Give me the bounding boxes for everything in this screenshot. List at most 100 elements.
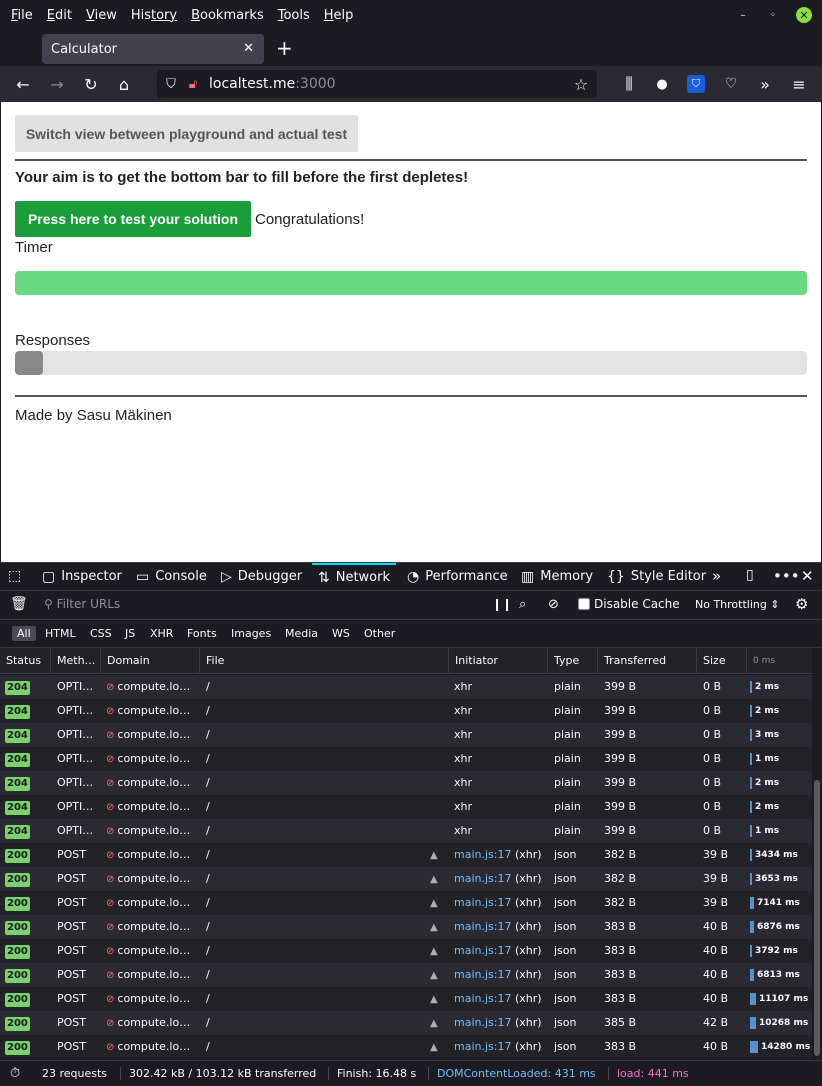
request-row[interactable]: 200 POST ⊘ compute.lo… / ▲ main.js:17 (xhr) jso…	[0, 963, 812, 987]
menu-tools[interactable]: Tools	[271, 8, 317, 23]
devtools-menu-icon[interactable]: •••	[773, 567, 800, 585]
filter-other[interactable]: Other	[359, 626, 400, 641]
tab-inspector[interactable]: ▢ Inspector	[42, 563, 122, 590]
bookmark-star-icon[interactable]: ☆	[571, 74, 591, 94]
tab-console[interactable]: ▭ Console	[136, 563, 207, 590]
insecure-lock-icon[interactable]: 🔓︎	[183, 74, 203, 94]
request-initiator[interactable]: main.js:17 (xhr)	[454, 963, 548, 987]
request-row[interactable]: 204 OPTI… ⊘ compute.lo… / xhr plain 399 B 0 B 2 m…	[0, 699, 812, 723]
col-file[interactable]: File	[200, 648, 449, 674]
close-window-icon[interactable]: ✕	[796, 7, 812, 23]
menu-help[interactable]: Help	[317, 8, 361, 23]
filter-html[interactable]: HTML	[40, 626, 81, 641]
block-icon[interactable]: ⊘	[548, 597, 559, 612]
col-waterfall[interactable]: 0 ms	[747, 648, 812, 674]
performance-analysis-icon[interactable]: ⏱	[10, 1066, 20, 1081]
filter-images[interactable]: Images	[226, 626, 276, 641]
close-devtools-icon[interactable]: ✕	[801, 567, 814, 585]
more-tools-icon[interactable]: »	[755, 74, 775, 94]
trash-icon[interactable]: 🗑︎	[10, 596, 28, 612]
memory-icon: ▥	[521, 568, 535, 585]
request-initiator[interactable]: main.js:17 (xhr)	[454, 915, 548, 939]
url-bar[interactable]: ⛉ 🔓︎ localtest.me:3000 ☆	[157, 70, 597, 98]
minimize-icon[interactable]: –	[736, 8, 750, 22]
request-row[interactable]: 204 OPTI… ⊘ compute.lo… / xhr plain 399 B 0 B 2 m…	[0, 675, 812, 699]
col-type[interactable]: Type	[548, 648, 598, 674]
dock-options-icon[interactable]: ▯	[746, 567, 754, 583]
library-icon[interactable]: ⫼	[619, 74, 639, 94]
account-avatar-icon[interactable]: ●	[652, 74, 672, 94]
new-tab-icon[interactable]: +	[276, 38, 293, 58]
request-row[interactable]: 200 POST ⊘ compute.lo… / ▲ main.js:17 (xhr) jso…	[0, 1011, 812, 1035]
col-method[interactable]: Meth…	[51, 648, 101, 674]
request-initiator[interactable]: main.js:17 (xhr)	[454, 939, 548, 963]
tab-memory[interactable]: ▥ Memory	[521, 563, 593, 590]
disable-cache-checkbox[interactable]: Disable Cache	[578, 597, 680, 611]
window-controls: – ◦ ✕	[736, 7, 812, 23]
col-domain[interactable]: Domain	[101, 648, 200, 674]
request-initiator[interactable]: main.js:17 (xhr)	[454, 843, 548, 867]
filter-fonts[interactable]: Fonts	[182, 626, 222, 641]
hamburger-menu-icon[interactable]: ≡	[789, 74, 809, 94]
tab-close-icon[interactable]: ✕	[243, 41, 254, 56]
request-row[interactable]: 200 POST ⊘ compute.lo… / ▲ main.js:17 (xhr) jso…	[0, 1035, 812, 1059]
filter-js[interactable]: JS	[120, 626, 140, 641]
request-initiator: xhr	[454, 680, 473, 693]
menu-file[interactable]: File	[4, 8, 40, 23]
request-row[interactable]: 200 POST ⊘ compute.lo… / ▲ main.js:17 (xhr) jso…	[0, 915, 812, 939]
request-row[interactable]: 200 POST ⊘ compute.lo… / ▲ main.js:17 (xhr) jso…	[0, 843, 812, 867]
scrollbar-thumb[interactable]	[814, 780, 820, 1056]
request-initiator[interactable]: main.js:17 (xhr)	[454, 891, 548, 915]
col-size[interactable]: Size	[697, 648, 747, 674]
back-icon[interactable]: ←	[13, 74, 33, 94]
menu-edit[interactable]: Edit	[40, 8, 79, 23]
request-initiator[interactable]: main.js:17 (xhr)	[454, 1035, 548, 1059]
col-initiator[interactable]: Initiator	[449, 648, 548, 674]
pause-icon[interactable]: ❙❙	[492, 597, 512, 611]
test-solution-button[interactable]: Press here to test your solution	[15, 201, 251, 237]
filter-all[interactable]: All	[12, 626, 36, 641]
reload-icon[interactable]: ↻	[81, 74, 101, 94]
tab-performance[interactable]: ◔ Performance	[407, 563, 508, 590]
filter-css[interactable]: CSS	[85, 626, 117, 641]
tab-network[interactable]: ⇅ Network	[312, 563, 397, 590]
tab-calculator[interactable]: Calculator ✕	[42, 34, 264, 64]
filter-ws[interactable]: WS	[327, 626, 355, 641]
filter-media[interactable]: Media	[280, 626, 323, 641]
bitwarden-icon[interactable]: ⛉	[687, 75, 705, 93]
tab-style-editor[interactable]: {} Style Editor	[607, 563, 706, 590]
col-transferred[interactable]: Transferred	[598, 648, 697, 674]
request-row[interactable]: 204 OPTI… ⊘ compute.lo… / xhr plain 399 B 0 B 1 m…	[0, 747, 812, 771]
request-row[interactable]: 204 OPTI… ⊘ compute.lo… / xhr plain 399 B 0 B 3 m…	[0, 723, 812, 747]
request-initiator[interactable]: main.js:17 (xhr)	[454, 867, 548, 891]
menu-history[interactable]: History	[124, 8, 184, 23]
throttling-select[interactable]: No Throttling ⇕	[695, 598, 780, 611]
home-icon[interactable]: ⌂	[114, 74, 134, 94]
request-row[interactable]: 204 OPTI… ⊘ compute.lo… / xhr plain 399 B 0 B 2 m…	[0, 795, 812, 819]
search-icon[interactable]: ⌕	[519, 597, 526, 612]
maximize-icon[interactable]: ◦	[766, 8, 780, 22]
filter-xhr[interactable]: XHR	[145, 626, 178, 641]
tab-debugger[interactable]: ▷ Debugger	[221, 563, 302, 590]
request-initiator[interactable]: main.js:17 (xhr)	[454, 987, 548, 1011]
request-row[interactable]: 204 OPTI… ⊘ compute.lo… / xhr plain 399 B 0 B 2 m…	[0, 771, 812, 795]
network-scrollbar[interactable]	[812, 675, 822, 1059]
request-row[interactable]: 200 POST ⊘ compute.lo… / ▲ main.js:17 (xhr) jso…	[0, 987, 812, 1011]
request-row[interactable]: 200 POST ⊘ compute.lo… / ▲ main.js:17 (xhr) jso…	[0, 867, 812, 891]
checkbox-box[interactable]	[578, 598, 590, 610]
request-initiator[interactable]: main.js:17 (xhr)	[454, 1011, 548, 1035]
element-picker-icon[interactable]: ⬚	[8, 568, 21, 584]
more-tabs-icon[interactable]: »	[712, 567, 721, 585]
filter-input[interactable]: ⚲ Filter URLs	[44, 597, 120, 611]
forward-icon[interactable]: →	[47, 74, 67, 94]
switch-view-button[interactable]: Switch view between playground and actua…	[15, 115, 358, 152]
request-row[interactable]: 200 POST ⊘ compute.lo… / ▲ main.js:17 (xhr) jso…	[0, 891, 812, 915]
request-row[interactable]: 200 POST ⊘ compute.lo… / ▲ main.js:17 (xhr) jso…	[0, 939, 812, 963]
menu-view[interactable]: View	[79, 8, 124, 23]
pocket-icon[interactable]: ♡	[721, 74, 741, 94]
shield-icon[interactable]: ⛉	[161, 74, 181, 94]
col-status[interactable]: Status	[0, 648, 51, 674]
settings-gear-icon[interactable]: ⚙	[795, 595, 808, 613]
request-row[interactable]: 204 OPTI… ⊘ compute.lo… / xhr plain 399 B 0 B 1 m…	[0, 819, 812, 843]
menu-bookmarks[interactable]: Bookmarks	[184, 8, 271, 23]
